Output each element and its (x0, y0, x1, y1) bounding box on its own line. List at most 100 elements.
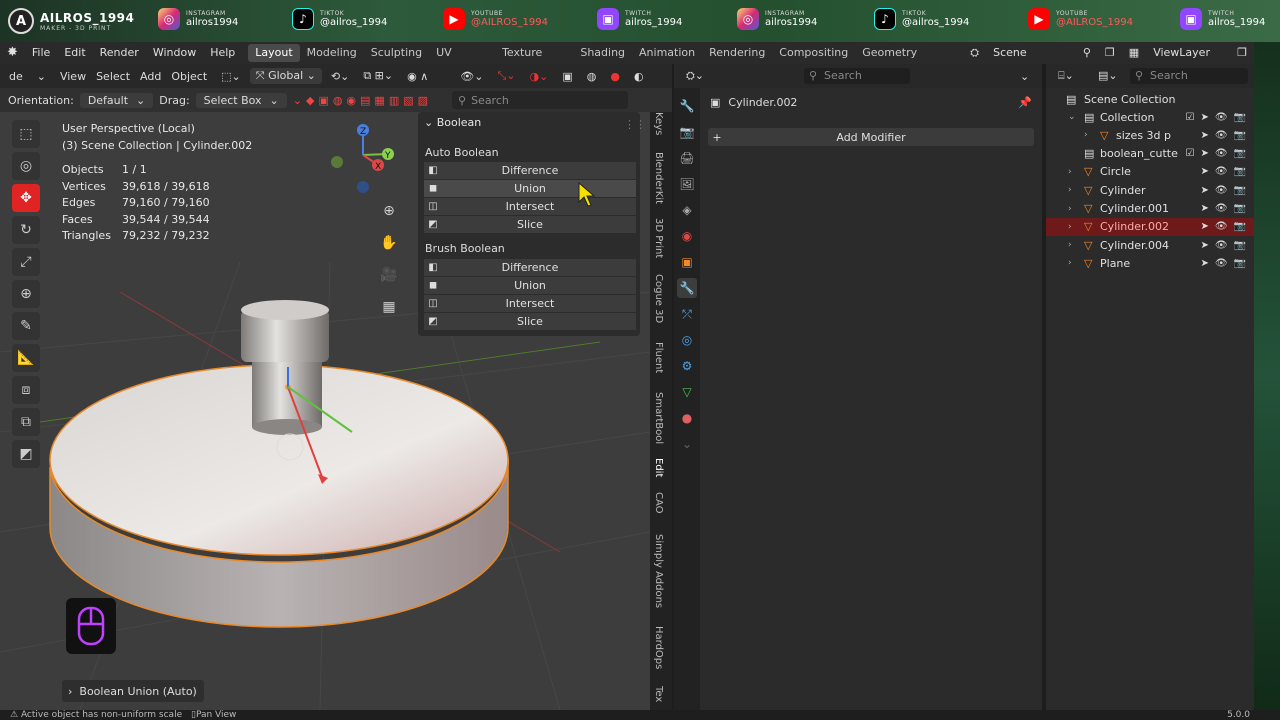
viewport-menu-object[interactable]: Object (166, 70, 212, 83)
render-camera-icon[interactable]: 📷 (1234, 166, 1246, 177)
output-tab-icon[interactable]: 🖨 (677, 148, 697, 168)
blender-logo-icon[interactable]: ✸ (0, 42, 25, 64)
sidebar-tab-keys[interactable]: Keys (653, 112, 664, 135)
tab-rendering[interactable]: Rendering (702, 44, 772, 62)
menu-help[interactable]: Help (203, 42, 242, 64)
3d-viewport[interactable]: Z Y X ⬚ ◎ ✥ ↻ ⤢ ⊕ ✎ 📐 ⧈ ⧉ ◩ User Perspec… (0, 112, 650, 710)
pin-icon[interactable]: ⚲ (1076, 42, 1098, 64)
select-arrow-icon[interactable]: ➤ (1200, 130, 1208, 141)
outliner-row[interactable]: › ▽ Cylinder.001 ➤ 👁 📷 (1046, 200, 1254, 218)
eye-icon[interactable]: 👁 (1215, 203, 1228, 214)
chevron-right-icon[interactable]: › (1068, 240, 1072, 250)
sidebar-tab-simply-addons[interactable]: Simply Addons (653, 534, 664, 608)
eye-icon[interactable]: 👁 (1215, 112, 1228, 123)
constraints-tab-icon[interactable]: ⚙ (677, 356, 697, 376)
tab-modeling[interactable]: Modeling (300, 44, 364, 62)
chevron-right-icon[interactable]: › (1068, 222, 1072, 232)
social-link[interactable]: ▶ YOUTUBE @AILROS_1994 (1028, 8, 1133, 30)
sidebar-tab-hardops[interactable]: HardOps (653, 626, 664, 669)
eye-icon[interactable]: 👁 (1215, 240, 1228, 251)
select-arrow-icon[interactable]: ➤ (1200, 203, 1208, 214)
filter-icon[interactable]: ▤⌄ (1098, 69, 1118, 82)
world-tab-icon[interactable]: ◉ (677, 226, 697, 246)
chevron-right-icon[interactable]: › (1068, 258, 1072, 268)
data-tab-icon[interactable]: ▽ (677, 382, 697, 402)
select-arrow-icon[interactable]: ➤ (1200, 221, 1208, 232)
particles-tab-icon[interactable]: ⤱ (677, 304, 697, 324)
select-mode-icon[interactable]: ⬚⌄ (216, 70, 246, 83)
drag-dropdown[interactable]: Select Box ⌄ (195, 92, 287, 108)
viewport-menu-add[interactable]: Add (135, 70, 166, 83)
select-arrow-icon[interactable]: ➤ (1200, 166, 1208, 177)
outliner-row[interactable]: › ▽ sizes 3d p ➤ 👁 📷 (1046, 126, 1254, 144)
eye-icon[interactable]: 👁 (1215, 166, 1228, 177)
eye-icon[interactable]: 👁 (1215, 130, 1228, 141)
viewlayer-icon[interactable]: ▦ (1122, 42, 1146, 64)
outliner-row[interactable]: › ▽ Cylinder ➤ 👁 📷 (1046, 181, 1254, 199)
object-name[interactable]: Cylinder.002 (728, 96, 797, 109)
render-camera-icon[interactable]: 📷 (1234, 185, 1246, 196)
gizmo-icon[interactable]: ⤡⌄ (492, 69, 520, 83)
new-scene-icon[interactable]: ❐ (1098, 42, 1122, 64)
knife-icon[interactable]: ◩ (12, 440, 40, 468)
menu-render[interactable]: Render (93, 42, 146, 64)
modifier-tab-icon[interactable]: 🔧 (677, 278, 697, 298)
material-tab-icon[interactable]: ● (677, 408, 697, 428)
outliner-row[interactable]: › ▽ Cylinder.002 ➤ 👁 📷 (1046, 217, 1254, 236)
outliner-row[interactable]: ⌄ ▤ Collection ☑ ➤ 👁 📷 (1046, 108, 1254, 126)
editor-type-icon[interactable]: ⛭⌄ (674, 69, 704, 83)
orientation-dropdown[interactable]: Default ⌄ (79, 92, 154, 108)
brush-boolean-intersect-button[interactable]: ◫ Intersect (424, 295, 636, 312)
shading-wire-icon[interactable]: ◍ (582, 70, 602, 83)
xray-icon[interactable]: ▣ (557, 70, 577, 83)
addon-icons[interactable]: ⌄◆▣◍◉▤▦▥▧▨ (293, 94, 432, 107)
checkbox-icon[interactable]: ☑ (1185, 148, 1194, 159)
zoom-icon[interactable]: ⊕ (376, 198, 402, 224)
render-camera-icon[interactable]: 📷 (1234, 148, 1246, 159)
viewport-menu-select[interactable]: Select (91, 70, 135, 83)
social-link[interactable]: ▣ TWITCH ailros_1994 (1180, 8, 1265, 30)
overlay-icon[interactable]: ◑⌄ (524, 70, 553, 83)
menu-window[interactable]: Window (146, 42, 203, 64)
brush-boolean-difference-button[interactable]: ◧ Difference (424, 259, 636, 276)
sidebar-tab-blenderkit[interactable]: BlenderKit (653, 152, 664, 204)
viewport-search[interactable]: ⚲ Search (452, 91, 628, 109)
tab-layout[interactable]: Layout (248, 44, 300, 62)
object-tab-icon[interactable]: ▣ (677, 252, 697, 272)
select-arrow-icon[interactable]: ➤ (1200, 185, 1208, 196)
render-tab-icon[interactable]: 📷 (677, 122, 697, 142)
sidebar-tab-tex[interactable]: Tex (653, 686, 664, 702)
navigation-gizmo[interactable]: Z Y X (331, 124, 394, 193)
pivot-icon[interactable]: ⟲⌄ (326, 70, 354, 83)
sidebar-tab-cao[interactable]: CAO (653, 492, 664, 514)
properties-search[interactable]: ⚲ Search (804, 68, 910, 84)
render-camera-icon[interactable]: 📷 (1234, 240, 1246, 251)
outliner-search[interactable]: ⚲ Search (1130, 68, 1248, 84)
pin-icon[interactable]: 📌 (1018, 96, 1032, 109)
auto-boolean-difference-button[interactable]: ◧ Difference (424, 162, 636, 179)
auto-boolean-union-button[interactable]: ◼ Union (424, 180, 636, 197)
brush-boolean-slice-button[interactable]: ◩ Slice (424, 313, 636, 330)
redo-panel[interactable]: › Boolean Union (Auto) (62, 680, 204, 702)
physics-tab-icon[interactable]: ◎ (677, 330, 697, 350)
mode-dropdown[interactable]: de (4, 70, 28, 83)
select-arrow-icon[interactable]: ➤ (1200, 258, 1208, 269)
grid-view-icon[interactable]: ▦ (376, 294, 402, 320)
scene-name[interactable]: Scene (986, 42, 1076, 64)
chevron-right-icon[interactable]: › (1084, 130, 1088, 140)
social-link[interactable]: ◎ INSTAGRAM ailros1994 (158, 8, 238, 30)
proportional-edit-icon[interactable]: ◉ ∧ (402, 70, 433, 83)
snap-icon[interactable]: ⧉ ⊞⌄ (358, 69, 398, 83)
select-box-icon[interactable]: ⬚ (12, 120, 40, 148)
outliner-type-icon[interactable]: ⌸⌄ (1058, 69, 1074, 83)
transform-icon[interactable]: ⊕ (12, 280, 40, 308)
social-link[interactable]: ◎ INSTAGRAM ailros1994 (737, 8, 817, 30)
transform-orientation[interactable]: ⤧ Global ⌄ (249, 68, 322, 84)
eye-icon[interactable]: 👁 (1215, 185, 1228, 196)
cursor-icon[interactable]: ◎ (12, 152, 40, 180)
tab-texture-paint[interactable]: Texture Paint (495, 44, 573, 77)
visibility-icon[interactable]: 👁⌄ (455, 70, 488, 83)
outliner-row[interactable]: › ▽ Cylinder.004 ➤ 👁 📷 (1046, 236, 1254, 254)
auto-boolean-slice-button[interactable]: ◩ Slice (424, 216, 636, 233)
boolean-panel-header[interactable]: ⌄ Boolean (424, 116, 481, 129)
